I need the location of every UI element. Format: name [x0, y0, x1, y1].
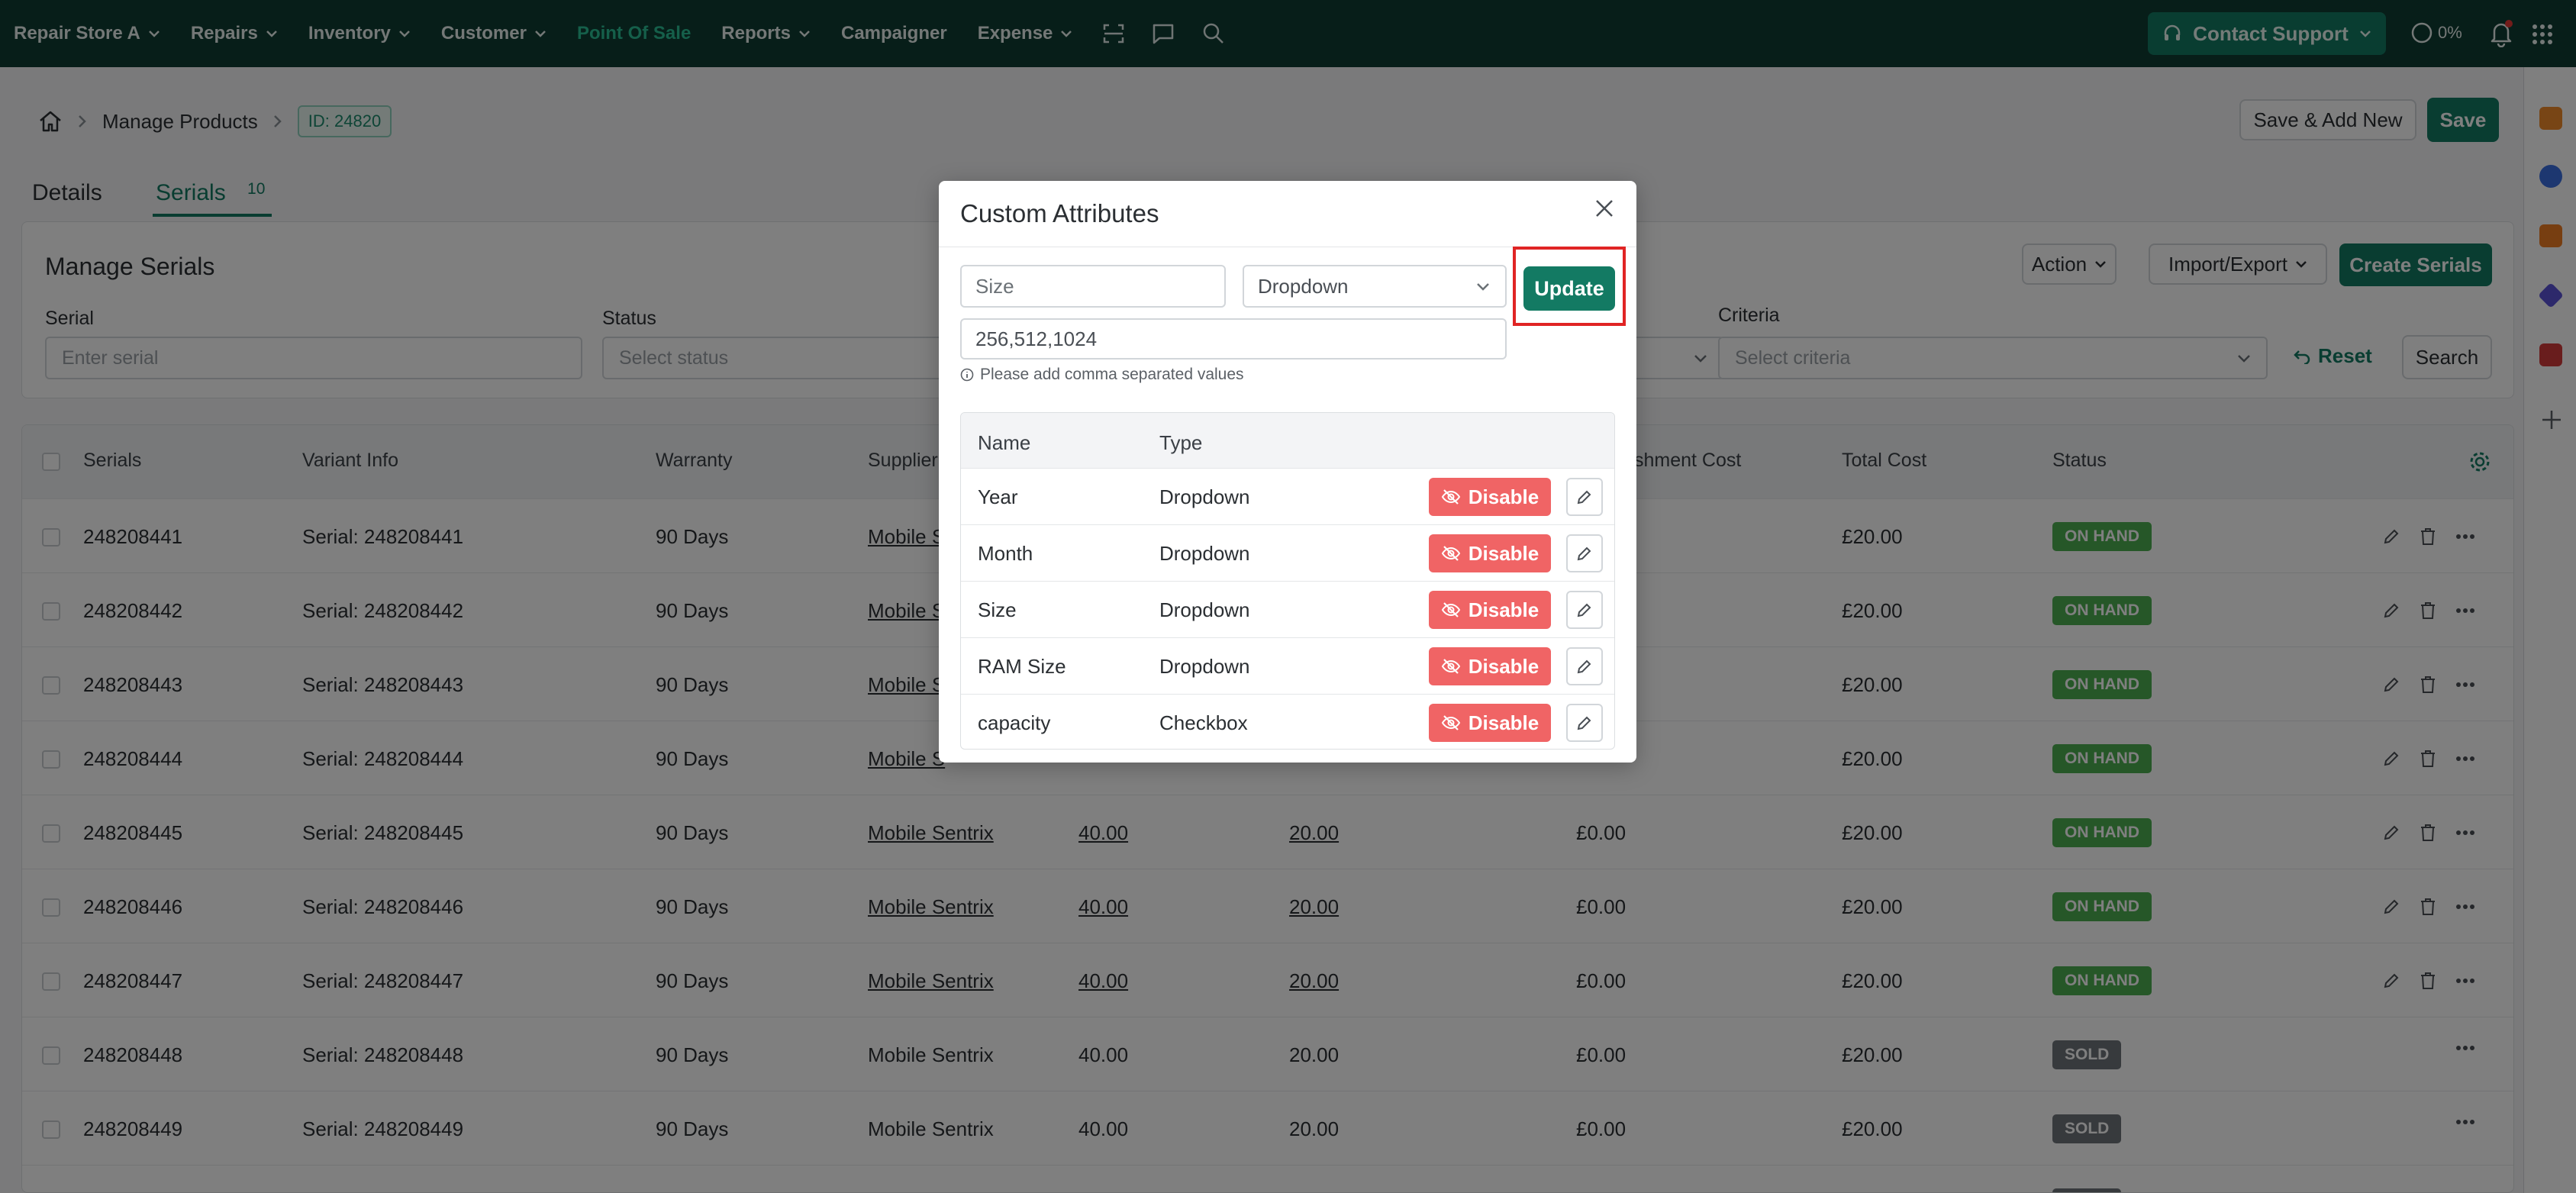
attribute-type: Dropdown: [1159, 485, 1250, 508]
edit-attribute-button[interactable]: [1566, 647, 1603, 685]
update-button[interactable]: Update: [1523, 266, 1615, 311]
disable-button[interactable]: Disable: [1429, 478, 1551, 516]
col-name: Name: [978, 431, 1031, 454]
attribute-name: Month: [978, 542, 1033, 565]
pencil-icon: [1577, 603, 1591, 617]
pencil-icon: [1577, 716, 1591, 730]
disable-label: Disable: [1468, 598, 1539, 621]
close-icon[interactable]: [1594, 198, 1615, 219]
attribute-type: Dropdown: [1159, 655, 1250, 678]
values-hint: Please add comma separated values: [960, 366, 1244, 384]
edit-attribute-button[interactable]: [1566, 591, 1603, 629]
eye-off-icon: [1441, 546, 1460, 561]
attribute-row: Year Dropdown Disable: [961, 468, 1614, 524]
attribute-values-input[interactable]: 256,512,1024: [960, 318, 1507, 360]
attribute-type-value: Dropdown: [1258, 274, 1349, 298]
pencil-icon: [1577, 547, 1591, 561]
attribute-row: Month Dropdown Disable: [961, 524, 1614, 581]
attribute-type-select[interactable]: Dropdown: [1243, 265, 1507, 308]
attribute-row: RAM Size Dropdown Disable: [961, 637, 1614, 694]
attribute-type: Dropdown: [1159, 598, 1250, 621]
disable-button[interactable]: Disable: [1429, 704, 1551, 742]
eye-off-icon: [1441, 659, 1460, 674]
attribute-row: capacity Checkbox Disable: [961, 694, 1614, 749]
attributes-table-header: Name Type: [961, 413, 1614, 468]
col-type: Type: [1159, 431, 1203, 454]
eye-off-icon: [1441, 602, 1460, 617]
disable-button[interactable]: Disable: [1429, 647, 1551, 685]
eye-off-icon: [1441, 489, 1460, 505]
edit-attribute-button[interactable]: [1566, 478, 1603, 516]
info-icon: [960, 368, 974, 382]
disable-label: Disable: [1468, 654, 1539, 678]
pencil-icon: [1577, 490, 1591, 505]
attribute-name: Size: [978, 598, 1017, 621]
attributes-table: Name Type Year Dropdown Disable Month Dropdo…: [960, 412, 1615, 750]
attribute-name: Year: [978, 485, 1018, 508]
attribute-name: RAM Size: [978, 655, 1066, 678]
attribute-name-input[interactable]: Size: [960, 265, 1226, 308]
attribute-row: Size Dropdown Disable: [961, 581, 1614, 637]
chevron-down-icon: [1477, 282, 1489, 291]
disable-button[interactable]: Disable: [1429, 534, 1551, 572]
disable-label: Disable: [1468, 485, 1539, 508]
disable-label: Disable: [1468, 711, 1539, 734]
modal-title: Custom Attributes: [960, 199, 1159, 227]
attribute-type: Dropdown: [1159, 542, 1250, 565]
eye-off-icon: [1441, 715, 1460, 730]
edit-attribute-button[interactable]: [1566, 704, 1603, 742]
custom-attributes-modal: Custom Attributes Size Dropdown Update 2…: [939, 181, 1636, 763]
attribute-name: capacity: [978, 711, 1051, 734]
edit-attribute-button[interactable]: [1566, 534, 1603, 572]
pencil-icon: [1577, 659, 1591, 674]
disable-button[interactable]: Disable: [1429, 591, 1551, 629]
disable-label: Disable: [1468, 541, 1539, 565]
hint-text: Please add comma separated values: [980, 366, 1244, 383]
attribute-type: Checkbox: [1159, 711, 1248, 734]
